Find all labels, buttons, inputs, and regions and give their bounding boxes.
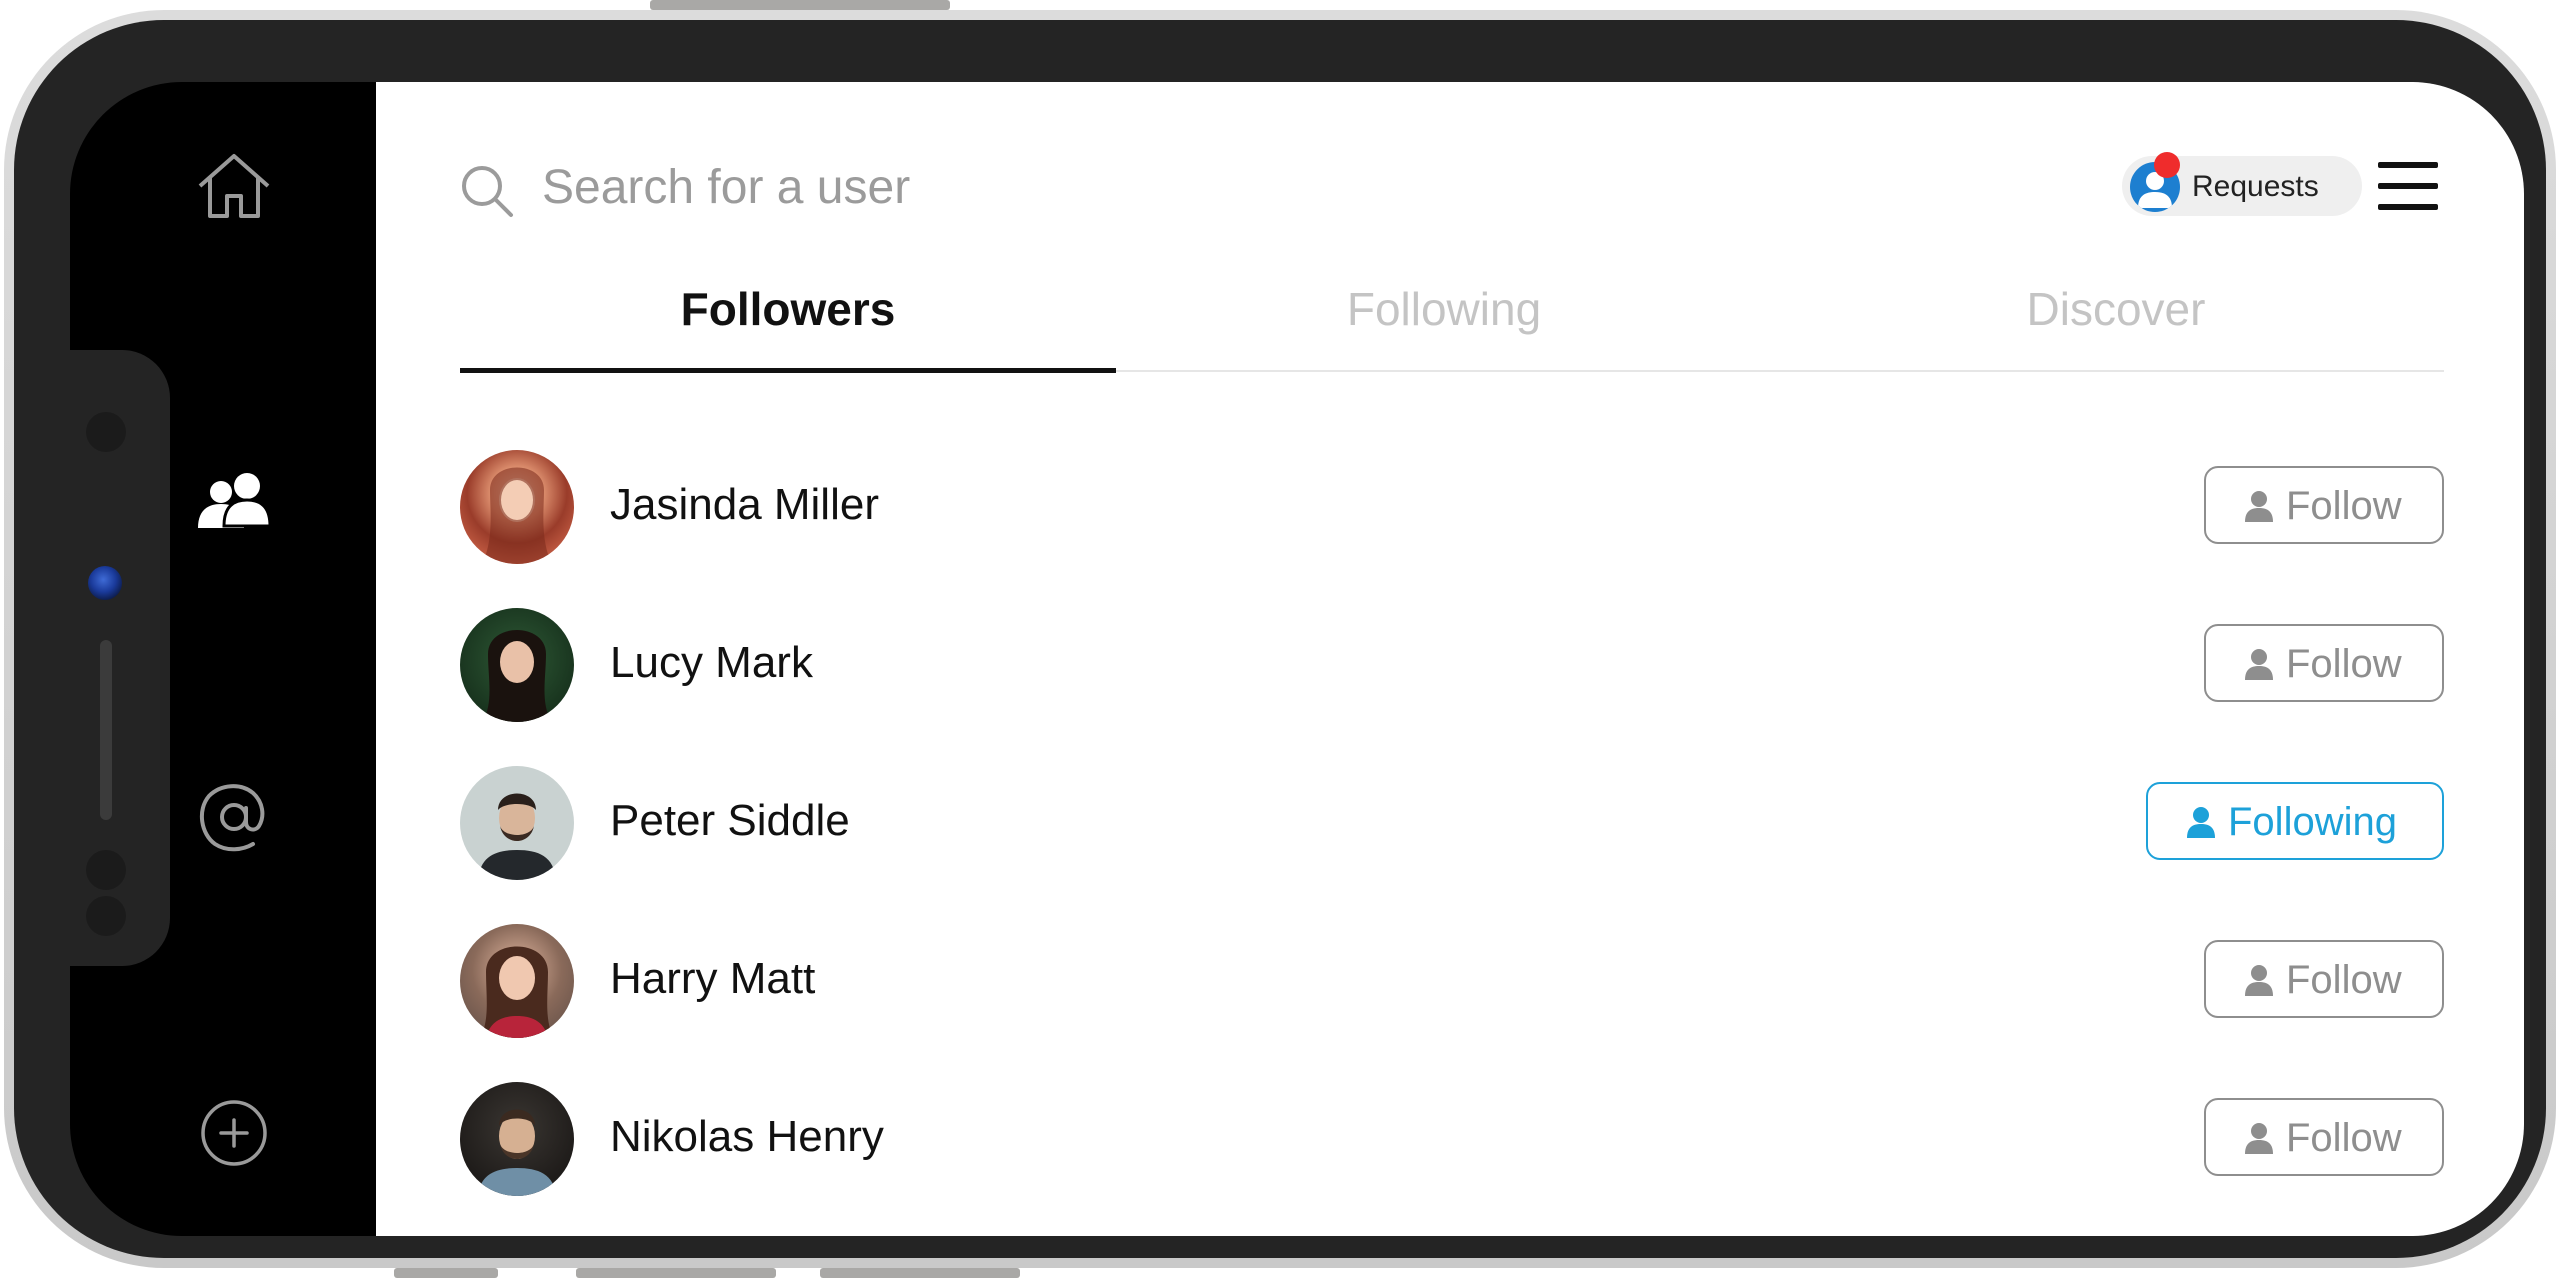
follow-button[interactable]: Follow (2204, 1098, 2444, 1176)
side-button (820, 1268, 1020, 1278)
sidebar (70, 82, 376, 1236)
search-input[interactable] (540, 154, 1744, 220)
side-button (576, 1268, 776, 1278)
avatar[interactable] (460, 1082, 574, 1196)
sensor (86, 412, 126, 452)
tab-following[interactable]: Following (1116, 282, 1772, 352)
user-name[interactable]: Jasinda Miller (610, 480, 879, 530)
follow-button-label: Follow (2286, 642, 2402, 686)
search-icon (460, 164, 516, 225)
user-icon (2187, 807, 2215, 838)
list-item: Harry Matt Follow (460, 924, 2444, 1040)
follow-button[interactable]: Follow (2204, 940, 2444, 1018)
screen: Requests Followers Following Discover (70, 82, 2524, 1236)
active-tab-indicator (460, 368, 1116, 373)
hamburger-menu-icon[interactable] (2378, 160, 2438, 212)
user-icon (2245, 965, 2273, 996)
at-icon[interactable] (197, 780, 271, 859)
home-icon[interactable] (194, 150, 274, 227)
avatar[interactable] (460, 924, 574, 1038)
avatar[interactable] (460, 608, 574, 722)
camera (88, 566, 122, 600)
volume-button (650, 0, 950, 10)
user-name[interactable]: Lucy Mark (610, 638, 813, 688)
follow-button-label: Follow (2286, 958, 2402, 1002)
notification-badge (2154, 152, 2180, 178)
add-circle-icon[interactable] (199, 1098, 269, 1173)
following-button[interactable]: Following (2146, 782, 2444, 860)
requests-label: Requests (2192, 170, 2319, 203)
side-button (394, 1268, 498, 1278)
avatar[interactable] (460, 450, 574, 564)
sensor (86, 896, 126, 936)
list-item: Nikolas Henry Follow (460, 1082, 2444, 1198)
notch (70, 350, 170, 966)
sensor (86, 850, 126, 890)
avatar[interactable] (460, 766, 574, 880)
follow-button-label: Follow (2286, 1116, 2402, 1160)
phone-frame: Requests Followers Following Discover (4, 10, 2556, 1268)
user-name[interactable]: Harry Matt (610, 954, 815, 1004)
user-name[interactable]: Nikolas Henry (610, 1112, 884, 1162)
follow-button-label: Follow (2286, 484, 2402, 528)
tab-followers[interactable]: Followers (460, 282, 1116, 352)
main-content: Requests Followers Following Discover (376, 82, 2524, 1236)
user-icon (2245, 1123, 2273, 1154)
following-button-label: Following (2228, 800, 2397, 844)
phone-bezel: Requests Followers Following Discover (14, 20, 2546, 1258)
requests-button[interactable]: Requests (2122, 152, 2362, 216)
follow-button[interactable]: Follow (2204, 624, 2444, 702)
list-item: Peter Siddle Following (460, 766, 2444, 882)
list-item: Lucy Mark Follow (460, 608, 2444, 724)
user-icon (2245, 491, 2273, 522)
user-name[interactable]: Peter Siddle (610, 796, 850, 846)
users-icon[interactable] (194, 472, 274, 537)
speaker (100, 640, 112, 820)
tab-discover[interactable]: Discover (1788, 282, 2444, 352)
user-icon (2245, 649, 2273, 680)
list-item: Jasinda Miller Follow (460, 450, 2444, 566)
follow-button[interactable]: Follow (2204, 466, 2444, 544)
